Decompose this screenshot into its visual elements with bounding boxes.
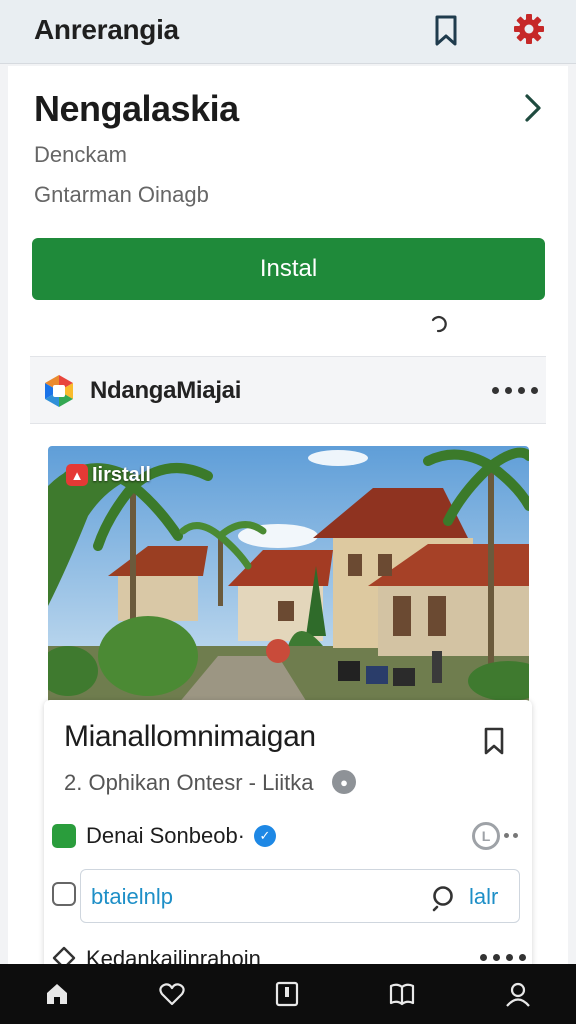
timer-icon[interactable]: L (472, 822, 500, 850)
home-icon (47, 984, 67, 1004)
search-icon[interactable] (431, 884, 459, 912)
install-badge[interactable]: ▲ Iirstall (66, 462, 151, 488)
more-icon[interactable] (504, 833, 518, 838)
chevron-right-icon[interactable] (520, 92, 546, 124)
install-button[interactable]: Instal (32, 238, 545, 300)
loading-icon (431, 315, 447, 333)
nav-profile[interactable] (461, 964, 576, 1024)
nav-books[interactable] (345, 964, 460, 1024)
chat-icon[interactable] (52, 882, 76, 906)
nav-favorites[interactable] (115, 964, 230, 1024)
top-app-bar: Anrerangia (0, 0, 576, 64)
app-subtitle: Gntarman Oinagb (34, 182, 209, 207)
install-badge-label: Iirstall (92, 463, 151, 486)
install-badge-icon: ▲ (66, 464, 88, 486)
app-developer[interactable]: Denckam (34, 142, 127, 168)
author-row[interactable]: Denai Sonbeob· ✓ L (52, 820, 522, 854)
source-row[interactable]: NdangaMiajai (30, 356, 546, 424)
library-icon (275, 981, 299, 1007)
app-bar-title: Anrerangia (34, 14, 179, 45)
nav-library[interactable] (230, 964, 345, 1024)
source-name: NdangaMiajai (90, 377, 242, 404)
book-icon (389, 983, 415, 1006)
verified-icon: ✓ (254, 825, 276, 847)
search-field[interactable]: btaielnlp lalr (80, 869, 520, 923)
heart-icon (159, 983, 185, 1006)
card-meta: 2. Ophikan Ontesr - Liitka (64, 770, 314, 795)
app-logo-icon (45, 375, 73, 407)
author-avatar (52, 824, 76, 848)
more-icon[interactable] (480, 954, 526, 961)
gear-icon[interactable] (512, 12, 546, 46)
search-action-label[interactable]: lalr (469, 884, 498, 910)
bottom-navigation (0, 964, 576, 1024)
card-title[interactable]: Mianallomnimaigan (64, 720, 316, 754)
profile-icon (506, 982, 530, 1007)
more-icon[interactable] (492, 387, 538, 394)
author-name: Denai Sonbeob· (86, 823, 246, 848)
search-input[interactable]: btaielnlp (91, 884, 173, 910)
bookmark-icon[interactable] (432, 14, 460, 48)
bookmark-icon[interactable] (482, 726, 506, 756)
info-icon[interactable]: ● (332, 770, 356, 794)
app-name: Nengalaskia (34, 88, 239, 129)
nav-home[interactable] (0, 964, 115, 1024)
